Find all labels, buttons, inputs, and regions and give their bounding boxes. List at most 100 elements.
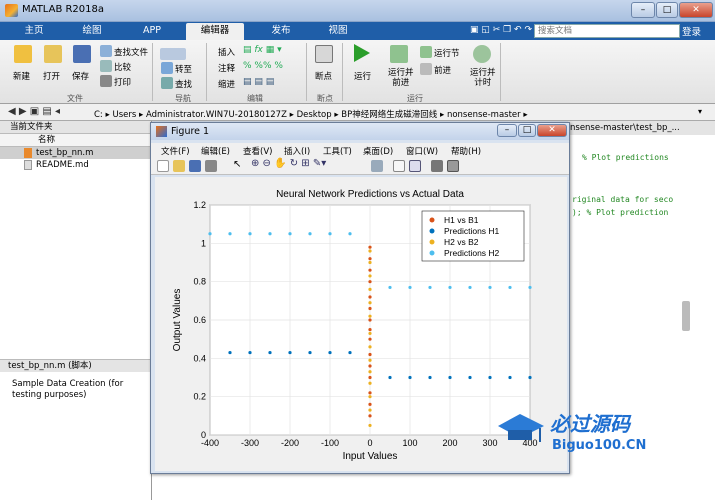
menu-window[interactable]: 窗口(W) [406,145,438,157]
data-point [368,318,372,322]
file-item-label: README.md [36,160,89,170]
column-name-header[interactable]: 名称 [0,134,151,147]
figure-close-button[interactable]: ✕ [537,124,567,137]
run-section-button[interactable]: 运行节 [434,47,460,59]
breadcrumb-item[interactable]: Administrator.WIN7U-20180127Z [146,110,287,120]
menu-view[interactable]: 查看(V) [243,145,272,157]
run-button[interactable]: 运行 [354,70,371,82]
run-section-icon [420,46,432,58]
close-button[interactable]: ✕ [679,2,713,18]
run-advance-button[interactable]: 运行并 前进 [388,68,414,88]
pointer-icon[interactable]: ↖ [233,159,241,170]
tab-plots[interactable]: 绘图 [70,23,114,40]
data-point [228,350,232,355]
goto-icon [161,62,173,74]
nav-buttons-icon[interactable]: ◀ ▶ ▣ ▤ ◂ [8,106,60,117]
breadcrumb-item[interactable]: C: [94,110,103,120]
breadcrumb-item[interactable]: BP神经网络生成磁滞回线 [341,110,437,120]
menu-file[interactable]: 文件(F) [161,145,190,157]
zoom-tools-icon[interactable]: ⊕ ⊖ ✋ ↻ ⊞ ✎▾ [251,158,326,169]
breakpoints-button[interactable]: 断点 [315,70,332,82]
watermark-text-en: Biguo100.CN [552,438,647,453]
chevron-down-icon[interactable]: ▾ [698,107,702,116]
file-item[interactable]: README.md [0,159,151,171]
data-point [268,232,272,236]
edit-tools-icon[interactable]: ▤ fx ▦ ▾ [243,45,282,55]
indent-tools-icon[interactable]: ▤ ▤ ▤ [243,77,274,87]
find-button[interactable]: 查找 [175,78,192,90]
data-point [248,350,252,355]
compare-button[interactable]: 比较 [114,61,131,73]
print-icon[interactable] [205,160,217,172]
show-tools-icon[interactable] [447,160,459,172]
run-icon [354,44,370,62]
compare-icon [100,60,112,72]
data-point [368,274,372,278]
colorbar-icon[interactable] [393,160,405,172]
ribbon-separator [152,43,153,101]
file-item[interactable]: test_bp_nn.m [0,147,151,159]
tab-apps[interactable]: APP [128,23,176,40]
hide-tools-icon[interactable] [431,160,443,172]
legend-label: H1 vs B1 [444,215,479,225]
breadcrumb-item[interactable]: nonsense-master [447,110,521,120]
new-file-icon [14,45,32,63]
address-bar: ◀ ▶ ▣ ▤ ◂ C: ▸ Users ▸ Administrator.WIN… [0,104,715,121]
data-point [368,414,372,418]
menu-tools[interactable]: 工具(T) [323,145,352,157]
maximize-button[interactable]: □ [656,2,678,18]
advance-button[interactable]: 前进 [434,64,451,76]
tab-publish[interactable]: 发布 [256,23,306,40]
insert-button[interactable]: 插入 [218,46,235,58]
data-point [368,375,372,380]
data-point [368,249,372,253]
figure-minimize-button[interactable]: – [497,124,517,137]
legend-icon[interactable] [409,160,421,172]
breadcrumb-item[interactable]: Desktop [297,110,332,120]
goto-button[interactable]: 转至 [175,63,192,75]
file-item-label: test_bp_nn.m [36,148,94,158]
ribbon-separator [342,43,343,101]
data-point [368,391,372,395]
search-input[interactable]: 搜索文档 [534,24,680,38]
comment-button[interactable]: 注释 [218,62,235,74]
nav-arrows-icon[interactable] [160,48,186,60]
menu-desktop[interactable]: 桌面(D) [363,145,393,157]
section-edit-label: 编辑 [247,94,263,103]
tab-view[interactable]: 视图 [316,23,360,40]
breadcrumb-item[interactable]: Users [112,110,136,120]
open-icon[interactable] [173,160,185,172]
open-button[interactable]: 打开 [43,70,60,82]
tab-editor[interactable]: 编辑器 [186,23,244,40]
editor-scrollbar[interactable] [682,301,690,331]
comment-tools-icon[interactable]: % %% % [243,61,283,71]
x-tick-label: 0 [367,438,372,448]
save-icon[interactable] [189,160,201,172]
y-tick-label: 1 [201,238,206,248]
data-point [368,314,372,318]
x-tick-label: 100 [402,438,417,448]
menu-help[interactable]: 帮助(H) [451,145,481,157]
menu-edit[interactable]: 编辑(E) [201,145,230,157]
run-time-button[interactable]: 运行并 计时 [470,68,496,88]
save-button[interactable]: 保存 [72,70,89,82]
new-figure-icon[interactable] [157,160,169,172]
login-button[interactable]: 登录 [682,24,701,38]
data-point [328,350,332,355]
editor-tab[interactable]: nsense-master\test_bp_... [568,121,715,135]
indent-button[interactable]: 缩进 [218,78,235,90]
minimize-button[interactable]: – [631,2,655,18]
menu-insert[interactable]: 插入(I) [284,145,310,157]
print-button[interactable]: 打印 [114,76,131,88]
editor-panel[interactable]: nsense-master\test_bp_... % Plot predict… [568,121,715,361]
data-point [368,352,372,357]
data-point [508,285,512,290]
tab-home[interactable]: 主页 [14,23,54,40]
section-file-label: 文件 [67,94,83,103]
new-button[interactable]: 新建 [13,70,30,82]
figure-maximize-button[interactable]: □ [518,124,536,137]
find-files-button[interactable]: 查找文件 [114,46,148,58]
legend-label: Predictions H1 [444,226,500,236]
link-icon[interactable] [371,160,383,172]
x-tick-label: 200 [442,438,457,448]
